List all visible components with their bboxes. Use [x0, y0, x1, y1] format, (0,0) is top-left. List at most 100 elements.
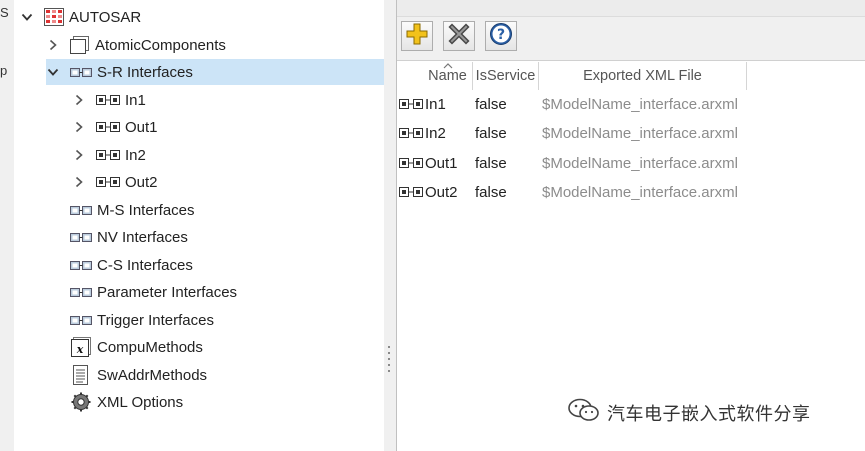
cell-exported-xml-file: $ModelName_interface.arxml [542, 124, 738, 142]
cell-exported-xml-file: $ModelName_interface.arxml [542, 183, 738, 201]
cell-name: Out1 [425, 154, 458, 172]
add-button[interactable] [401, 21, 433, 51]
tree-item-ms-interfaces[interactable]: M-S Interfaces [70, 197, 195, 223]
interfaces-icon [70, 258, 92, 272]
splitter-grip[interactable] [388, 346, 391, 372]
cell-isservice: false [475, 154, 507, 172]
interfaces-icon [70, 65, 92, 79]
column-header-label: Exported XML File [583, 68, 702, 84]
port-icon [399, 178, 423, 206]
tree-panel: AUTOSAR AtomicComponents S-R Interfaces … [14, 0, 385, 451]
table-row[interactable]: In1 false $ModelName_interface.arxml [397, 90, 865, 118]
tree-item-out2[interactable]: Out2 [72, 169, 158, 195]
tree-label: M-S Interfaces [97, 201, 195, 219]
chevron-right-icon[interactable] [72, 120, 86, 134]
tree-label: Out1 [125, 118, 158, 136]
tree-root-autosar[interactable]: AUTOSAR [20, 4, 141, 30]
cell-isservice: false [475, 183, 507, 201]
tree-label: CompuMethods [97, 338, 203, 356]
background-text-fragment: S [0, 5, 9, 20]
watermark: 汽车电子嵌入式软件分享 [567, 398, 811, 427]
tree-label: AtomicComponents [95, 36, 226, 54]
column-header-exported-xml-file[interactable]: Exported XML File [539, 62, 747, 90]
chevron-down-icon[interactable] [20, 10, 34, 24]
tree-label: XML Options [97, 393, 184, 411]
tree-item-atomic-components[interactable]: AtomicComponents [46, 32, 226, 58]
list-icon [70, 365, 92, 385]
tree-label: In1 [125, 91, 146, 109]
compu-icon: x [70, 337, 92, 357]
column-header-label: Name [428, 68, 467, 84]
cell-name: In1 [425, 95, 446, 113]
tree-label: Trigger Interfaces [97, 311, 214, 329]
tree-item-parameter-interfaces[interactable]: Parameter Interfaces [70, 279, 237, 305]
port-icon [96, 94, 120, 106]
table-row[interactable]: Out1 false $ModelName_interface.arxml [397, 149, 865, 177]
tree-item-sw-addr-methods[interactable]: SwAddrMethods [70, 362, 207, 388]
table-row[interactable]: Out2 false $ModelName_interface.arxml [397, 178, 865, 206]
chevron-right-icon[interactable] [72, 175, 86, 189]
svg-text:?: ? [497, 27, 505, 43]
sort-ascending-icon [443, 63, 453, 69]
tree-item-sr-interfaces[interactable]: S-R Interfaces [46, 59, 384, 85]
chevron-right-icon[interactable] [72, 148, 86, 162]
cell-name: Out2 [425, 183, 458, 201]
tree-item-xml-options[interactable]: XML Options [70, 389, 183, 415]
column-header-label: IsService [475, 68, 536, 84]
tree-label: Out2 [125, 173, 158, 191]
tree-item-out1[interactable]: Out1 [72, 114, 158, 140]
chevron-right-icon[interactable] [46, 38, 60, 52]
tree-item-nv-interfaces[interactable]: NV Interfaces [70, 224, 188, 250]
interfaces-icon [70, 203, 92, 217]
tree-label: C-S Interfaces [97, 256, 193, 274]
tree-label: SwAddrMethods [97, 366, 208, 384]
port-icon [399, 149, 423, 177]
tree-item-in2[interactable]: In2 [72, 142, 146, 168]
cell-isservice: false [475, 95, 507, 113]
interfaces-icon [70, 313, 92, 327]
add-icon [406, 23, 428, 50]
delete-button[interactable] [443, 21, 475, 51]
panel-splitter[interactable] [384, 0, 397, 451]
watermark-text: 汽车电子嵌入式软件分享 [607, 403, 811, 424]
tree-label: S-R Interfaces [97, 63, 193, 81]
table-row[interactable]: In2 false $ModelName_interface.arxml [397, 119, 865, 147]
toolbar-top-strip [397, 0, 865, 17]
chevron-right-icon[interactable] [72, 93, 86, 107]
tree-label: In2 [125, 146, 146, 164]
interfaces-icon [70, 285, 92, 299]
tree-item-trigger-interfaces[interactable]: Trigger Interfaces [70, 307, 214, 333]
port-icon [96, 149, 120, 161]
interfaces-icon [70, 230, 92, 244]
cell-name: In2 [425, 124, 446, 142]
port-icon [96, 121, 120, 133]
port-icon [399, 90, 423, 118]
help-button[interactable]: ? [485, 21, 517, 51]
background-text-fragment: p [0, 63, 8, 78]
wechat-logo-icon [567, 398, 601, 427]
table-header: Name IsService Exported XML File [397, 62, 865, 90]
toolbar: ? [397, 0, 865, 61]
cell-exported-xml-file: $ModelName_interface.arxml [542, 95, 738, 113]
delete-icon [448, 22, 470, 50]
tree-label: Parameter Interfaces [97, 283, 238, 301]
column-header-name[interactable]: Name [423, 62, 473, 90]
cell-exported-xml-file: $ModelName_interface.arxml [542, 154, 738, 172]
tree-label: AUTOSAR [69, 8, 142, 26]
detail-panel: ? Name IsService Exported XML File In1 f… [397, 0, 865, 451]
gear-icon [70, 392, 92, 412]
chevron-down-icon[interactable] [46, 65, 60, 79]
help-icon: ? [489, 22, 513, 51]
column-header-isservice[interactable]: IsService [473, 62, 539, 90]
tree-item-in1[interactable]: In1 [72, 87, 146, 113]
tree-item-cs-interfaces[interactable]: C-S Interfaces [70, 252, 193, 278]
tree-label: NV Interfaces [97, 228, 188, 246]
svg-text:x: x [76, 343, 84, 356]
port-icon [96, 176, 120, 188]
tree-item-compu-methods[interactable]: x CompuMethods [70, 334, 203, 360]
autosar-grid-icon [44, 8, 64, 26]
component-icon [70, 36, 90, 54]
background-window-edge: S p [0, 0, 15, 451]
port-icon [399, 119, 423, 147]
cell-isservice: false [475, 124, 507, 142]
